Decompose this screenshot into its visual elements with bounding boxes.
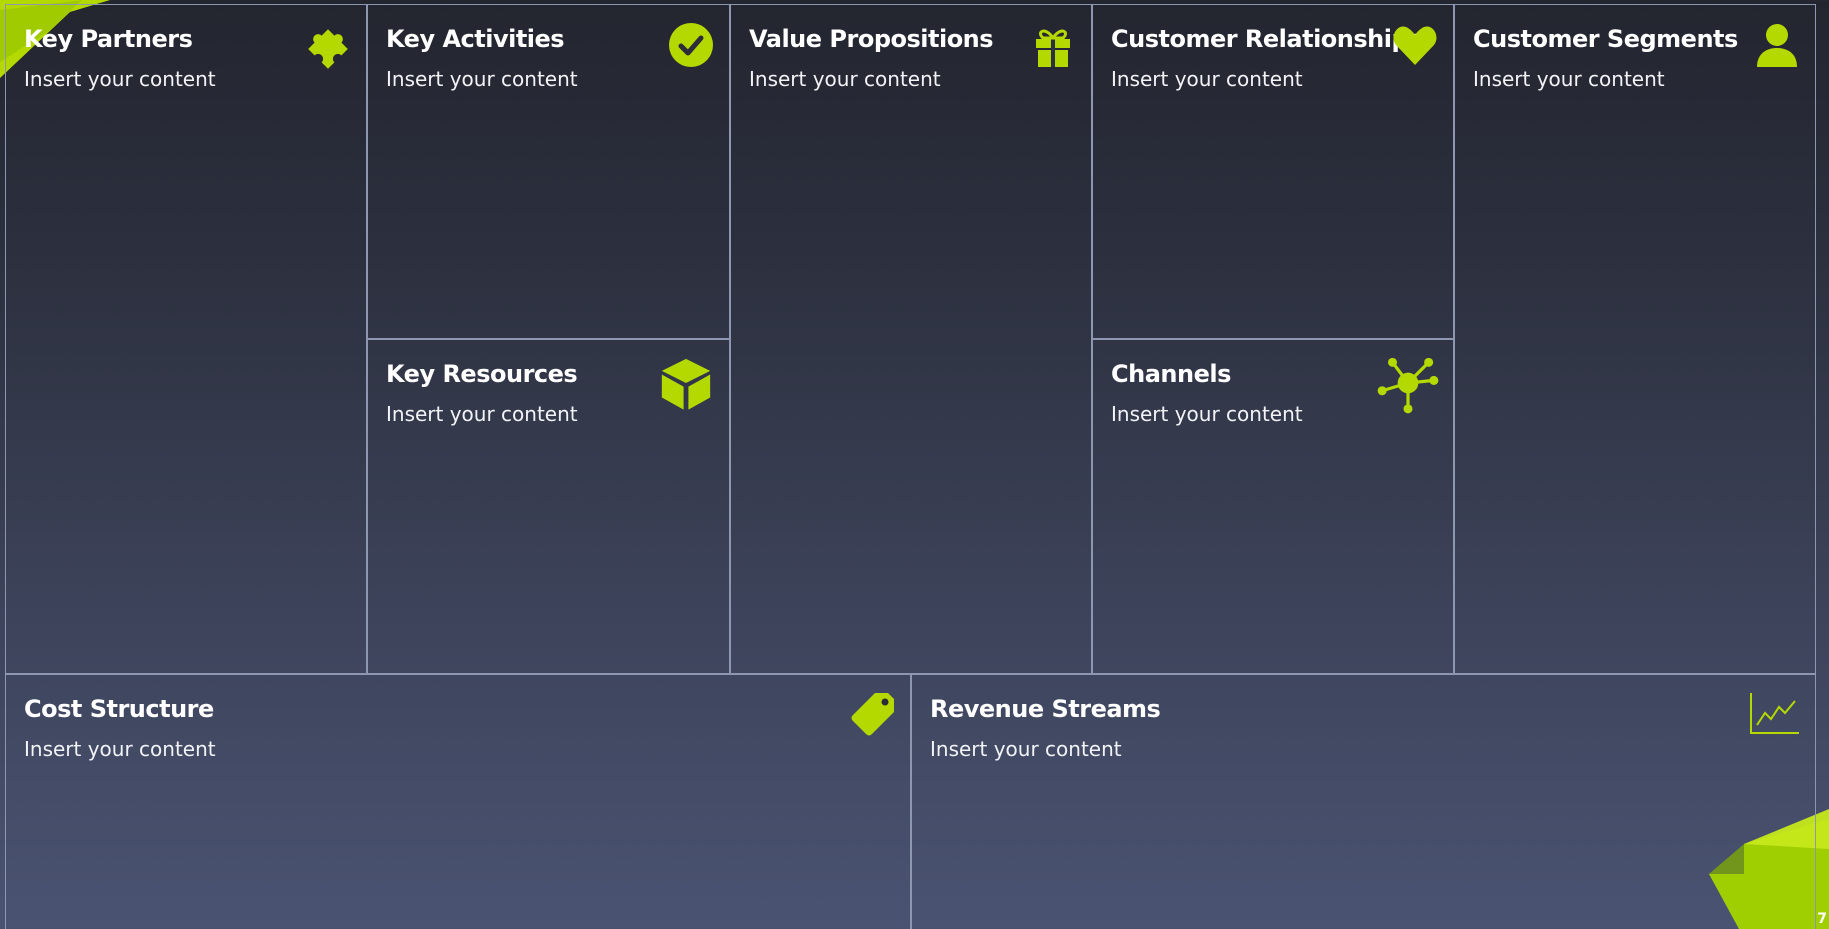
block-content[interactable]: Insert your content	[24, 737, 216, 761]
block-key-activities[interactable]: Key Activities Insert your content	[367, 4, 730, 339]
block-key-partners[interactable]: Key Partners Insert your content	[5, 4, 367, 674]
network-icon	[1377, 352, 1439, 414]
block-key-resources[interactable]: Key Resources Insert your content	[367, 339, 730, 674]
block-customer-relationships[interactable]: Customer Relationships Insert your conte…	[1092, 4, 1454, 339]
block-title: Key Partners	[24, 25, 193, 53]
block-content[interactable]: Insert your content	[1473, 67, 1665, 91]
block-title: Key Resources	[386, 360, 578, 388]
block-title: Cost Structure	[24, 695, 214, 723]
block-title: Key Activities	[386, 25, 565, 53]
block-title: Customer Segments	[1473, 25, 1738, 53]
gift-icon	[1029, 21, 1077, 69]
block-title: Revenue Streams	[930, 695, 1161, 723]
line-chart-icon	[1749, 691, 1801, 735]
page-number: 7	[1817, 911, 1827, 927]
block-content[interactable]: Insert your content	[24, 67, 216, 91]
block-channels[interactable]: Channels Insert your content	[1092, 339, 1454, 674]
block-content[interactable]: Insert your content	[1111, 67, 1303, 91]
block-value-propositions[interactable]: Value Propositions Insert your content	[730, 4, 1092, 674]
block-customer-segments[interactable]: Customer Segments Insert your content	[1454, 4, 1816, 674]
block-content[interactable]: Insert your content	[386, 402, 578, 426]
block-title: Channels	[1111, 360, 1231, 388]
checkmark-circle-icon	[667, 21, 715, 69]
block-content[interactable]: Insert your content	[749, 67, 941, 91]
block-content[interactable]: Insert your content	[930, 737, 1122, 761]
heart-icon	[1391, 21, 1439, 69]
block-content[interactable]: Insert your content	[1111, 402, 1303, 426]
block-title: Customer Relationships	[1111, 25, 1422, 53]
box-icon	[657, 354, 715, 412]
puzzle-icon	[304, 21, 352, 69]
block-content[interactable]: Insert your content	[386, 67, 578, 91]
block-cost-structure[interactable]: Cost Structure Insert your content	[5, 674, 911, 929]
price-tag-icon	[848, 691, 896, 739]
block-title: Value Propositions	[749, 25, 994, 53]
business-model-canvas: Key Partners Insert your content Key Act…	[0, 0, 1829, 929]
block-revenue-streams[interactable]: Revenue Streams Insert your content	[911, 674, 1816, 929]
user-icon	[1753, 21, 1801, 69]
